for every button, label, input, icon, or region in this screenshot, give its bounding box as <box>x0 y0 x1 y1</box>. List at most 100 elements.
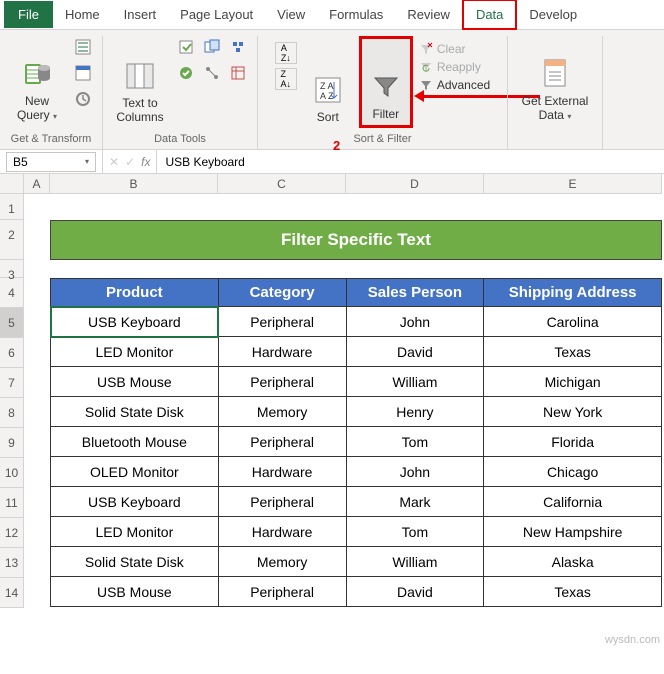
table-cell[interactable]: Texas <box>484 337 662 367</box>
table-cell[interactable]: USB Mouse <box>51 577 219 607</box>
col-header-D[interactable]: D <box>346 174 484 194</box>
row-header-5[interactable]: 5 <box>0 308 24 338</box>
row-header-10[interactable]: 10 <box>0 458 24 488</box>
from-table-icon[interactable] <box>72 62 94 84</box>
name-box[interactable]: B5▾ <box>6 152 96 172</box>
col-header-A[interactable]: A <box>24 174 50 194</box>
tab-data[interactable]: Data <box>462 0 517 30</box>
table-cell[interactable]: William <box>346 367 484 397</box>
tab-page-layout[interactable]: Page Layout <box>168 1 265 28</box>
table-cell[interactable]: Florida <box>484 427 662 457</box>
tab-formulas[interactable]: Formulas <box>317 1 395 28</box>
clear-filter-button[interactable]: Clear <box>419 42 490 56</box>
row-header-13[interactable]: 13 <box>0 548 24 578</box>
row-header-3[interactable]: 3 <box>0 260 24 278</box>
table-cell[interactable]: USB Keyboard <box>51 487 219 517</box>
table-cell[interactable]: USB Mouse <box>51 367 219 397</box>
table-cell[interactable]: Hardware <box>218 337 346 367</box>
sort-za-icon[interactable]: ZA↓ <box>275 68 297 90</box>
table-header[interactable]: Product <box>51 279 219 307</box>
table-header[interactable]: Sales Person <box>346 279 484 307</box>
table-cell[interactable]: Hardware <box>218 457 346 487</box>
table-cell[interactable]: Tom <box>346 427 484 457</box>
col-header-E[interactable]: E <box>484 174 662 194</box>
row-header-2[interactable]: 2 <box>0 220 24 260</box>
col-header-C[interactable]: C <box>218 174 346 194</box>
table-cell[interactable]: David <box>346 577 484 607</box>
table-cell[interactable]: Solid State Disk <box>51 397 219 427</box>
table-cell[interactable]: Michigan <box>484 367 662 397</box>
table-cell[interactable]: OLED Monitor <box>51 457 219 487</box>
advanced-filter-button[interactable]: Advanced <box>419 78 490 92</box>
row-header-1[interactable]: 1 <box>0 194 24 220</box>
fx-icon[interactable]: fx <box>141 155 150 169</box>
text-to-columns-button[interactable]: Text to Columns <box>111 36 169 128</box>
table-cell[interactable]: California <box>484 487 662 517</box>
table-cell[interactable]: USB Keyboard <box>51 307 219 337</box>
tab-home[interactable]: Home <box>53 1 112 28</box>
table-cell[interactable]: Memory <box>218 547 346 577</box>
manage-data-model-icon[interactable] <box>227 62 249 84</box>
data-validation-icon[interactable] <box>175 62 197 84</box>
tab-view[interactable]: View <box>265 1 317 28</box>
select-all-cell[interactable] <box>0 174 24 194</box>
table-cell[interactable]: Mark <box>346 487 484 517</box>
table-cell[interactable]: Alaska <box>484 547 662 577</box>
reapply-filter-button[interactable]: Reapply <box>419 60 490 74</box>
row-header-8[interactable]: 8 <box>0 398 24 428</box>
cancel-formula-icon[interactable]: ✕ <box>109 155 119 169</box>
text-to-columns-icon <box>124 60 156 92</box>
tab-file[interactable]: File <box>4 1 53 28</box>
table-cell[interactable]: David <box>346 337 484 367</box>
table-cell[interactable]: Peripheral <box>218 427 346 457</box>
table-header[interactable]: Category <box>218 279 346 307</box>
row-header-9[interactable]: 9 <box>0 428 24 458</box>
tab-insert[interactable]: Insert <box>112 1 169 28</box>
table-cell[interactable]: Chicago <box>484 457 662 487</box>
row-header-7[interactable]: 7 <box>0 368 24 398</box>
tab-review[interactable]: Review <box>395 1 462 28</box>
table-cell[interactable]: LED Monitor <box>51 517 219 547</box>
table-cell[interactable]: Henry <box>346 397 484 427</box>
table-cell[interactable]: William <box>346 547 484 577</box>
table-cell[interactable]: Solid State Disk <box>51 547 219 577</box>
table-cell[interactable]: Hardware <box>218 517 346 547</box>
table-header[interactable]: Shipping Address <box>484 279 662 307</box>
col-header-B[interactable]: B <box>50 174 218 194</box>
table-cell[interactable]: New Hampshire <box>484 517 662 547</box>
sort-button[interactable]: Z AA Z Sort <box>303 36 353 128</box>
table-cell[interactable]: Bluetooth Mouse <box>51 427 219 457</box>
row-header-11[interactable]: 11 <box>0 488 24 518</box>
row-header-14[interactable]: 14 <box>0 578 24 608</box>
table-cell[interactable]: Tom <box>346 517 484 547</box>
table-cell[interactable]: Carolina <box>484 307 662 337</box>
sort-az-icon[interactable]: AZ↓ <box>275 42 297 64</box>
flash-fill-icon[interactable] <box>175 36 197 58</box>
enter-formula-icon[interactable]: ✓ <box>125 155 135 169</box>
get-external-data-label: Get External Data ▾ <box>522 94 589 124</box>
new-query-button[interactable]: New Query ▾ <box>8 36 66 128</box>
filter-button[interactable]: Filter <box>359 36 413 128</box>
formula-input[interactable] <box>157 153 664 171</box>
table-cell[interactable]: LED Monitor <box>51 337 219 367</box>
consolidate-icon[interactable] <box>227 36 249 58</box>
show-queries-icon[interactable] <box>72 36 94 58</box>
table-cell[interactable]: New York <box>484 397 662 427</box>
row-header-12[interactable]: 12 <box>0 518 24 548</box>
row-header-4[interactable]: 4 <box>0 278 24 308</box>
remove-duplicates-icon[interactable] <box>201 36 223 58</box>
relationships-icon[interactable] <box>201 62 223 84</box>
table-cell[interactable]: Texas <box>484 577 662 607</box>
row-header-6[interactable]: 6 <box>0 338 24 368</box>
table-cell[interactable]: Peripheral <box>218 307 346 337</box>
table-cell[interactable]: John <box>346 307 484 337</box>
get-external-data-button[interactable]: Get External Data ▾ <box>516 36 594 128</box>
table-cell[interactable]: Peripheral <box>218 577 346 607</box>
table-cell[interactable]: John <box>346 457 484 487</box>
table-cell[interactable]: Memory <box>218 397 346 427</box>
tab-develop[interactable]: Develop <box>517 1 589 28</box>
recent-sources-icon[interactable] <box>72 88 94 110</box>
group-label-get-transform: Get & Transform <box>8 133 94 147</box>
table-cell[interactable]: Peripheral <box>218 367 346 397</box>
table-cell[interactable]: Peripheral <box>218 487 346 517</box>
